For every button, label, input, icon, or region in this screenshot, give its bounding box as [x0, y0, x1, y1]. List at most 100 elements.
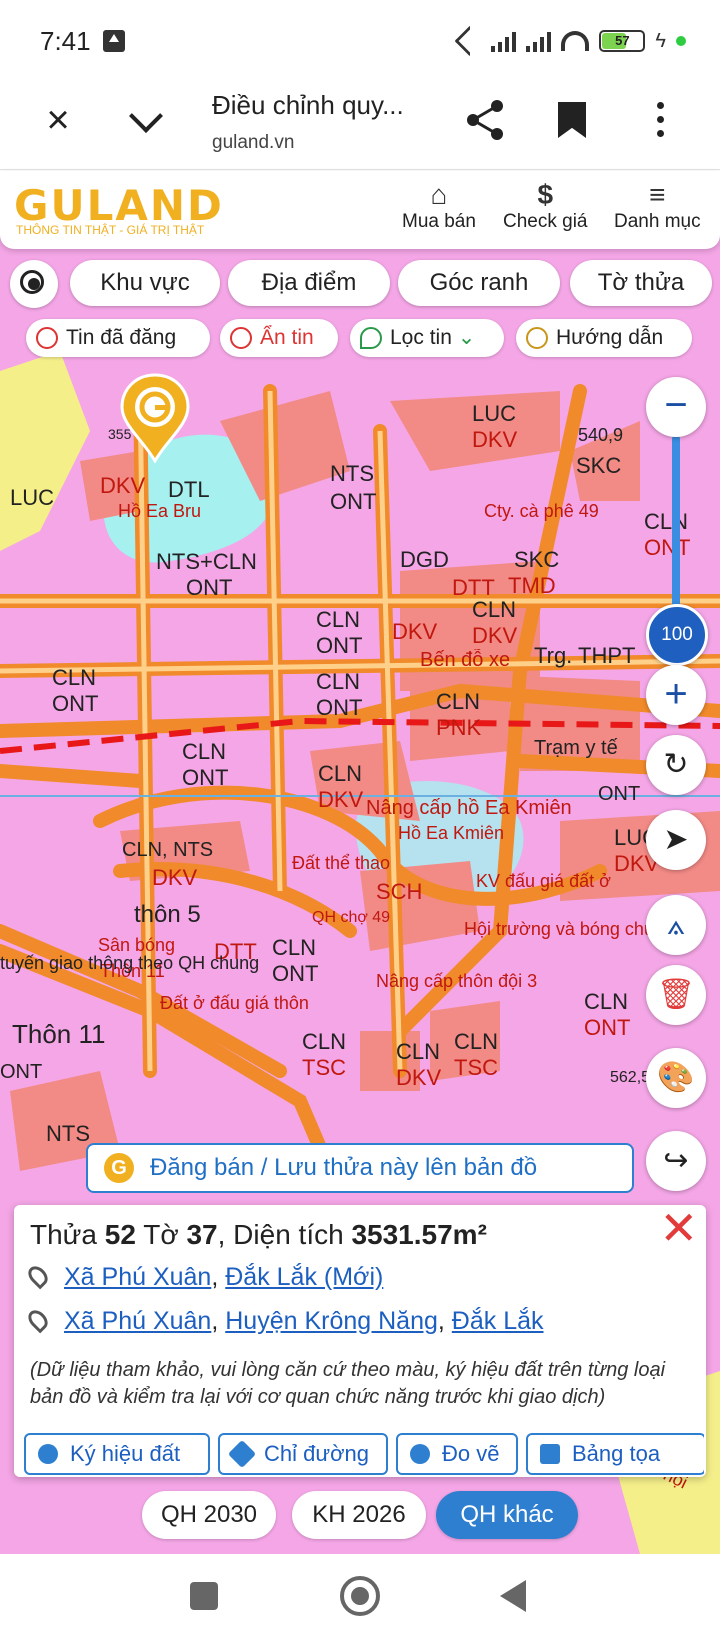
map-label: LUC: [10, 485, 55, 510]
map-label: CLN: [644, 509, 689, 534]
chip-loc-tin-label: Lọc tin: [390, 326, 452, 349]
filter-location-icon: [360, 327, 382, 349]
map-label: Trg. THPT: [534, 643, 636, 668]
map-label: CLN: [302, 1029, 347, 1054]
map-label: Hồ Ea Kmiên: [398, 823, 505, 843]
chip-dia-diem[interactable]: Địa điểm: [228, 260, 390, 306]
measure-button[interactable]: Đo vẽ: [396, 1433, 518, 1475]
disclaimer-note: (Dữ liệu tham khảo, vui lòng căn cứ theo…: [30, 1359, 666, 1408]
map-label: ONT: [272, 961, 319, 986]
guland-g-icon: G: [104, 1153, 134, 1183]
chip-huong-dan[interactable]: Hướng dẫn: [516, 319, 692, 357]
map-label: DKV: [472, 623, 518, 648]
refresh-icon[interactable]: ↻: [646, 735, 706, 795]
guland-tagline: THÔNG TIN THẬT - GIÁ TRỊ THẬT: [16, 223, 205, 237]
nav-mua-ban[interactable]: ⌂ Mua bán: [402, 179, 476, 233]
area-label: , Diện tích: [217, 1219, 344, 1250]
home-button[interactable]: [340, 1576, 380, 1616]
navigate-icon[interactable]: ➤: [646, 810, 706, 870]
area-value: 3531.57m²: [351, 1219, 487, 1250]
map-label: ONT: [584, 1015, 631, 1040]
battery-level: 57: [615, 33, 630, 48]
forward-share-icon[interactable]: ↪: [646, 1131, 706, 1191]
page-title: Điều chỉnh quy...: [212, 90, 404, 120]
chip-to-thua[interactable]: Tờ thửa: [570, 260, 712, 306]
measure-icon[interactable]: ⟑: [646, 895, 706, 955]
district-link[interactable]: Huyện Krông Năng: [225, 1307, 438, 1335]
map-label: NTS+CLN: [156, 549, 257, 574]
post-listing-label: Đăng bán / Lưu thửa này lên bản đồ: [150, 1154, 538, 1181]
chip-goc-ranh[interactable]: Góc ranh: [398, 260, 560, 306]
map-label: CLN: [182, 739, 227, 764]
chip-an-tin[interactable]: Ẩn tin: [220, 319, 338, 357]
action-buttons: Ký hiệu đất Chỉ đường Đo vẽ Bảng tọa: [24, 1433, 704, 1477]
house-icon: ⌂: [430, 179, 448, 210]
land-symbol-button[interactable]: Ký hiệu đất: [24, 1433, 210, 1475]
tab-qh-khac[interactable]: QH khác: [436, 1491, 578, 1539]
more-menu-icon[interactable]: [655, 102, 665, 142]
upload-notification-icon: [103, 30, 125, 52]
share-icon[interactable]: [465, 98, 509, 142]
location-arrow-icon: [454, 25, 486, 57]
address-old: Xã Phú Xuân, Huyện Krông Năng, Đắk Lắk: [24, 1306, 544, 1336]
province-link[interactable]: Đắk Lắk: [452, 1307, 544, 1335]
map-label: DKV: [318, 787, 364, 812]
coordinate-table-button[interactable]: Bảng tọa: [526, 1433, 704, 1475]
map-label: DKV: [100, 473, 146, 498]
map-label: ONT: [316, 695, 363, 720]
zoom-slider-track[interactable]: [672, 435, 680, 610]
map-label: CLN: [52, 665, 97, 690]
dollar-icon: $: [537, 179, 554, 210]
to-label: Tờ: [143, 1219, 179, 1250]
commune-link[interactable]: Xã Phú Xuân: [64, 1263, 211, 1291]
location-pin-icon: [24, 1306, 52, 1334]
map-label: CLN: [436, 689, 481, 714]
back-button[interactable]: [500, 1580, 526, 1612]
map-label: ONT: [186, 575, 233, 600]
tab-qh-2030[interactable]: QH 2030: [142, 1491, 276, 1539]
province-link[interactable]: Đắk Lắk (Mới): [225, 1263, 383, 1291]
map-label: CLN: [318, 761, 363, 786]
directions-icon: [227, 1439, 257, 1469]
map-label: KV đấu giá đất ở: [476, 871, 611, 891]
address-new: Xã Phú Xuân, Đắk Lắk (Mới): [24, 1262, 383, 1292]
signal-icon: [491, 30, 517, 52]
map-label: CLN: [316, 607, 361, 632]
browser-toolbar: × Điều chỉnh quy... guland.vn: [0, 78, 720, 170]
palette-icon: [38, 1444, 58, 1464]
chip-loc-tin[interactable]: Lọc tin ⌄: [350, 319, 504, 357]
chip-an-tin-label: Ẩn tin: [260, 326, 314, 349]
table-icon: [540, 1444, 560, 1464]
zoom-out-button[interactable]: −: [646, 377, 706, 437]
thua-number: 52: [104, 1219, 136, 1250]
chip-tin-da-dang[interactable]: Tin đã đăng: [26, 319, 210, 357]
map-pin-icon[interactable]: [118, 373, 192, 463]
my-location-button[interactable]: [10, 260, 58, 308]
menu-icon: ≡: [649, 179, 666, 210]
zoom-in-button[interactable]: +: [646, 665, 706, 725]
map-label: Hồ Ea Bru: [118, 501, 202, 521]
recents-button[interactable]: [190, 1582, 218, 1610]
post-listing-button[interactable]: G Đăng bán / Lưu thửa này lên bản đồ: [86, 1143, 634, 1193]
close-tab-button[interactable]: ×: [38, 100, 78, 142]
map-label: DKV: [396, 1065, 442, 1090]
map-label: DGD: [400, 547, 449, 572]
tab-kh-2026[interactable]: KH 2026: [292, 1491, 426, 1539]
zoom-level[interactable]: 100: [646, 604, 708, 666]
nav-check-gia[interactable]: $ Check giá: [503, 179, 588, 233]
directions-button[interactable]: Chỉ đường: [218, 1433, 388, 1475]
bookmark-icon[interactable]: [558, 102, 586, 138]
commune-link[interactable]: Xã Phú Xuân: [64, 1307, 211, 1335]
palette-icon[interactable]: 🎨: [646, 1048, 706, 1108]
nav-danh-muc[interactable]: ≡ Danh mục: [614, 179, 701, 233]
trash-icon[interactable]: 🗑: [646, 965, 706, 1025]
directions-label: Chỉ đường: [264, 1441, 369, 1466]
map-label: SKC: [514, 547, 560, 572]
land-symbol-label: Ký hiệu đất: [70, 1441, 181, 1466]
hide-icon: [230, 327, 252, 349]
map-label: ONT: [0, 1061, 43, 1083]
map-label: ONT: [330, 489, 377, 514]
chip-khu-vuc[interactable]: Khu vực: [70, 260, 220, 306]
chevron-down-icon[interactable]: [124, 98, 168, 142]
close-panel-button[interactable]: ✕: [659, 1205, 698, 1251]
